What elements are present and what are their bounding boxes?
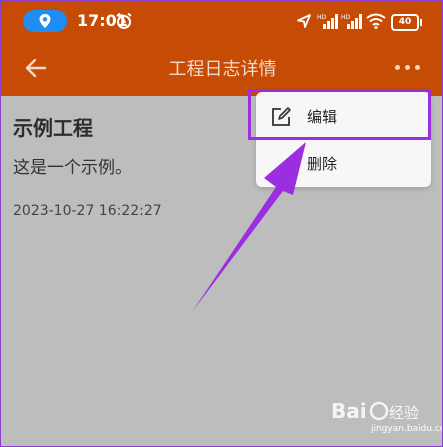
annotation-arrow [192,142,306,312]
watermark: Bai 经验 jingyan.baidu.com [331,396,442,444]
baidu-logo-icon: Bai 经验 [331,399,419,423]
watermark-text: jingyan.baidu.com [371,424,442,434]
svg-text:经验: 经验 [389,404,419,422]
screen-frame: 17:01 HD HD 40 工程日志详情 示例工程 这是一个示例。 2023-… [0,0,443,447]
svg-text:Bai: Bai [331,399,367,423]
